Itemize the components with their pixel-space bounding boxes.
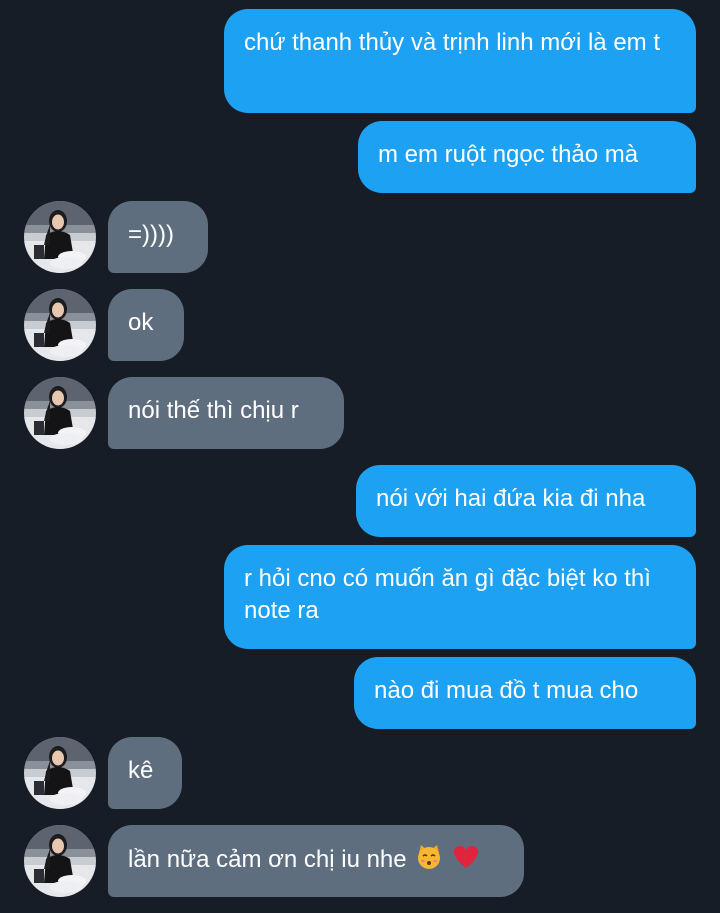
message-text: ok (128, 309, 154, 336)
kissing-cat-emoji (415, 843, 443, 880)
contact-avatar[interactable] (24, 201, 96, 273)
message-text: =)))) (128, 221, 174, 248)
message-text: nói với hai đứa kia đi nha (376, 485, 646, 512)
received-message-bubble[interactable]: kê (108, 737, 182, 809)
message-text: nào đi mua đồ t mua cho (374, 677, 639, 704)
message-text: nói thế thì chịu r (128, 397, 299, 424)
contact-avatar[interactable] (24, 737, 96, 809)
sent-message-bubble[interactable]: m em ruột ngọc thảo mà (358, 121, 696, 193)
contact-avatar[interactable] (24, 825, 96, 897)
message-text: kê (128, 757, 154, 784)
received-message-bubble[interactable]: nói thế thì chịu r (108, 377, 344, 449)
sent-message-bubble[interactable]: nào đi mua đồ t mua cho (354, 657, 696, 729)
received-message-bubble[interactable]: ok (108, 289, 184, 361)
received-message-bubble[interactable]: =)))) (108, 201, 208, 273)
sent-message-bubble[interactable]: chứ thanh thủy và trịnh linh mới là em t (224, 9, 696, 113)
message-text: lần nữa cảm ơn chị iu nhe (128, 846, 407, 873)
sent-message-bubble[interactable]: nói với hai đứa kia đi nha (356, 465, 696, 537)
red-heart-emoji (452, 843, 480, 880)
received-message-bubble[interactable]: lần nữa cảm ơn chị iu nhe (108, 825, 524, 897)
contact-avatar[interactable] (24, 289, 96, 361)
message-text: chứ thanh thủy và trịnh linh mới là em t (244, 29, 660, 56)
sent-message-bubble[interactable]: r hỏi cno có muốn ăn gì đặc biệt ko thì … (224, 545, 696, 649)
message-text: m em ruột ngọc thảo mà (378, 141, 639, 168)
message-text: r hỏi cno có muốn ăn gì đặc biệt ko thì … (244, 565, 651, 624)
contact-avatar[interactable] (24, 377, 96, 449)
